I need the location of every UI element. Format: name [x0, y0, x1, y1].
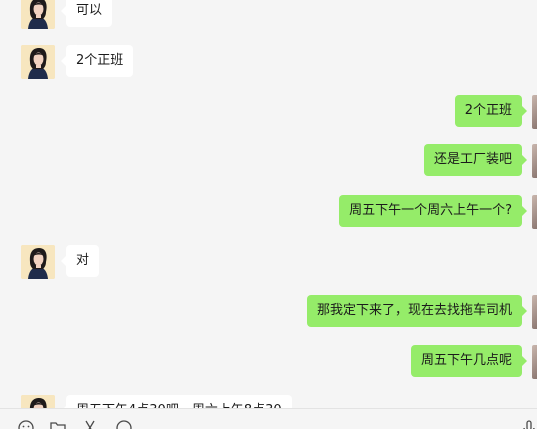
emoji-icon[interactable]: [17, 419, 35, 429]
self-avatar[interactable]: [532, 345, 537, 379]
self-avatar[interactable]: [532, 144, 537, 178]
chat-history-icon[interactable]: [115, 419, 133, 429]
incoming-message-bubble[interactable]: 对: [60, 245, 100, 277]
incoming-message-bubble[interactable]: 2个正班: [60, 45, 134, 77]
outgoing-message-bubble[interactable]: 2个正班: [454, 95, 528, 127]
input-toolbar: [0, 408, 537, 429]
chat-message-area[interactable]: 可以 2个正班 2个正班 还是工厂装吧 周五下午一个周六上午一个? 对 那我定下…: [0, 0, 537, 408]
incoming-message-bubble[interactable]: 周五下午4点30吧，周六上午8点30: [61, 395, 292, 408]
contact-avatar[interactable]: [21, 245, 55, 279]
voice-icon[interactable]: [520, 419, 537, 429]
self-avatar[interactable]: [532, 295, 537, 329]
outgoing-message-bubble[interactable]: 周五下午一个周六上午一个?: [339, 195, 527, 227]
scissors-icon[interactable]: [81, 419, 99, 429]
contact-avatar[interactable]: [21, 45, 55, 79]
self-avatar[interactable]: [532, 195, 537, 229]
outgoing-message-bubble[interactable]: 周五下午几点呢: [410, 345, 528, 377]
contact-avatar[interactable]: [21, 0, 55, 29]
folder-icon[interactable]: [49, 419, 67, 429]
outgoing-message-bubble[interactable]: 还是工厂装吧: [423, 144, 528, 176]
self-avatar[interactable]: [532, 95, 537, 129]
outgoing-message-bubble[interactable]: 那我定下来了，现在去找拖车司机: [306, 295, 528, 327]
incoming-message-bubble[interactable]: 可以: [60, 0, 113, 27]
contact-avatar[interactable]: [21, 395, 55, 408]
